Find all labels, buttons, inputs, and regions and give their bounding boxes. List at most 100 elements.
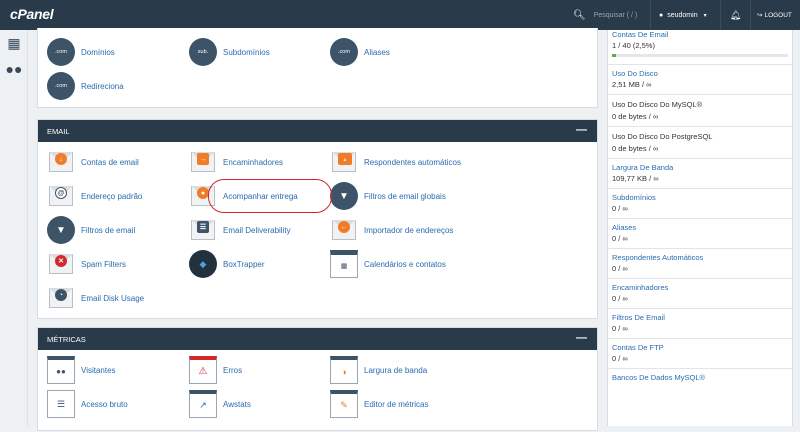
address-importer-link[interactable]: ← Importador de endereços xyxy=(330,216,453,244)
collapse-icon[interactable]: — xyxy=(576,333,587,344)
email-filters-link[interactable]: ▼ Filtros de email xyxy=(47,216,135,244)
item-label: Acesso bruto xyxy=(81,399,128,409)
stat-title[interactable]: Filtros De Email xyxy=(612,313,788,323)
notifications-bell-icon[interactable]: 🔔︎ xyxy=(720,0,750,30)
address-importer-icon: ← xyxy=(330,216,358,244)
left-nav: ▦ ●● xyxy=(0,30,28,426)
item-label: Visitantes xyxy=(81,365,116,375)
forwarders-link[interactable]: → Encaminhadores xyxy=(189,148,283,176)
stat-value: 0 / ∞ xyxy=(612,264,628,273)
item-label: Editor de métricas xyxy=(364,399,429,409)
item-label: Subdomínios xyxy=(223,47,270,57)
tools-grid-icon[interactable]: ▦ xyxy=(0,30,28,56)
calendars-contacts-icon: ▦ xyxy=(330,250,358,278)
logout-icon: ↪ xyxy=(757,12,763,19)
redirects-link[interactable]: .com Redireciona xyxy=(47,72,124,100)
raw-access-icon: ☰ xyxy=(47,390,75,418)
cpanel-logo[interactable]: cPanel xyxy=(10,6,54,22)
email-panel-header[interactable]: EMAIL — xyxy=(38,120,597,142)
item-label: Domínios xyxy=(81,47,115,57)
item-label: Importador de endereços xyxy=(364,225,454,235)
metrics-editor-link[interactable]: ✎ Editor de métricas xyxy=(330,390,428,418)
user-icon: ● xyxy=(659,11,664,19)
visitors-link[interactable]: ●● Visitantes xyxy=(47,356,116,384)
aliases-link[interactable]: .com Aliases xyxy=(330,38,390,66)
stat-value: 0 / ∞ xyxy=(612,204,628,213)
email-deliverability-link[interactable]: ☰ Email Deliverability xyxy=(189,216,291,244)
stat-value: 0 / ∞ xyxy=(612,354,628,363)
default-address-icon: @ xyxy=(47,182,75,210)
stat-autoresponders: Respondentes Automáticos 0 / ∞ xyxy=(608,249,792,279)
item-label: Calendários e contatos xyxy=(364,259,446,269)
email-disk-usage-link[interactable]: ◔ Email Disk Usage xyxy=(47,284,144,312)
stat-title: Uso Do Disco Do MySQL® xyxy=(612,100,703,109)
email-filters-icon: ▼ xyxy=(47,216,75,244)
stat-title[interactable]: Encaminhadores xyxy=(612,283,788,293)
errors-icon: ⚠ xyxy=(189,356,217,384)
item-label: Spam Filters xyxy=(81,259,126,269)
item-label: Awstats xyxy=(223,399,251,409)
item-label: BoxTrapper xyxy=(223,259,265,269)
default-address-link[interactable]: @ Endereço padrão xyxy=(47,182,142,210)
bandwidth-link[interactable]: ◑ Largura de banda xyxy=(330,356,427,384)
stat-value: 0 / ∞ xyxy=(612,294,628,303)
global-email-filters-icon: ▼ xyxy=(330,182,358,210)
stat-value: 0 de bytes / ∞ xyxy=(612,112,659,121)
boxtrapper-link[interactable]: ◆ BoxTrapper xyxy=(189,250,265,278)
stat-bandwidth: Largura De Banda 109,77 KB / ∞ xyxy=(608,159,792,189)
stat-title[interactable]: Contas De Email xyxy=(612,30,788,40)
stat-mysql-databases: Bancos De Dados MySQL® xyxy=(608,369,792,386)
stat-disk-usage: Uso Do Disco 2,51 MB / ∞ xyxy=(608,65,792,95)
stat-title[interactable]: Respondentes Automáticos xyxy=(612,253,788,263)
email-accounts-icon: ↓ xyxy=(47,148,75,176)
domains-panel: .com Domínios sub. Subdomínios .com Alia… xyxy=(37,28,598,108)
stat-title[interactable]: Uso Do Disco xyxy=(612,69,788,79)
metrics-panel-header[interactable]: MÉTRICAS — xyxy=(38,328,597,350)
usage-progress-bar xyxy=(612,54,788,57)
stat-value: 1 / 40 (2,5%) xyxy=(612,41,655,50)
highlight-annotation xyxy=(208,179,332,213)
spam-filters-link[interactable]: ✕ Spam Filters xyxy=(47,250,126,278)
logout-button[interactable]: ↪ LOGOUT xyxy=(750,0,800,30)
collapse-icon[interactable]: — xyxy=(576,125,587,136)
search-box[interactable]: 🔍︎ Pesquisar ( / ) xyxy=(563,0,649,30)
usage-progress-fill xyxy=(612,54,617,57)
stat-title[interactable]: Aliases xyxy=(612,223,788,233)
stat-email-accounts: Contas De Email 1 / 40 (2,5%) xyxy=(608,30,792,65)
stat-title[interactable]: Contas De FTP xyxy=(612,343,788,353)
stat-subdomains: Subdomínios 0 / ∞ xyxy=(608,189,792,219)
stats-sidebar: Contas De Email 1 / 40 (2,5%) Uso Do Dis… xyxy=(607,30,793,426)
stat-value: 0 / ∞ xyxy=(612,324,628,333)
global-email-filters-link[interactable]: ▼ Filtros de email globais xyxy=(330,182,446,210)
awstats-icon: ↗ xyxy=(189,390,217,418)
panel-title: EMAIL xyxy=(47,126,70,136)
raw-access-link[interactable]: ☰ Acesso bruto xyxy=(47,390,128,418)
stat-title[interactable]: Largura De Banda xyxy=(612,163,788,173)
email-accounts-link[interactable]: ↓ Contas de email xyxy=(47,148,139,176)
item-label: Aliases xyxy=(364,47,390,57)
autoresponders-link[interactable]: A Respondentes automáticos xyxy=(330,148,461,176)
stat-aliases: Aliases 0 / ∞ xyxy=(608,219,792,249)
search-icon: 🔍︎ xyxy=(573,9,586,21)
errors-link[interactable]: ⚠ Erros xyxy=(189,356,242,384)
email-deliverability-icon: ☰ xyxy=(189,216,217,244)
subdomains-icon: sub. xyxy=(189,38,217,66)
item-label: Email Disk Usage xyxy=(81,293,145,303)
metrics-editor-icon: ✎ xyxy=(330,390,358,418)
item-label: Contas de email xyxy=(81,157,139,167)
search-placeholder: Pesquisar ( / ) xyxy=(593,11,638,19)
spam-filters-icon: ✕ xyxy=(47,250,75,278)
item-label: Respondentes automáticos xyxy=(364,157,461,167)
user-menu[interactable]: ● seudomin ▾ xyxy=(650,0,720,30)
stat-title[interactable]: Bancos De Dados MySQL® xyxy=(612,373,788,383)
awstats-link[interactable]: ↗ Awstats xyxy=(189,390,251,418)
subdomains-link[interactable]: sub. Subdomínios xyxy=(189,38,270,66)
calendars-contacts-link[interactable]: ▦ Calendários e contatos xyxy=(330,250,446,278)
stat-title: Uso Do Disco Do PostgreSQL xyxy=(612,132,713,141)
item-label: Filtros de email globais xyxy=(364,191,446,201)
stat-title[interactable]: Subdomínios xyxy=(612,193,788,203)
logout-label: LOGOUT xyxy=(764,11,792,19)
metrics-panel: MÉTRICAS — ●● Visitantes ⚠ Erros ◑ Largu… xyxy=(37,327,598,431)
users-icon[interactable]: ●● xyxy=(0,56,28,82)
domains-link[interactable]: .com Domínios xyxy=(47,38,115,66)
